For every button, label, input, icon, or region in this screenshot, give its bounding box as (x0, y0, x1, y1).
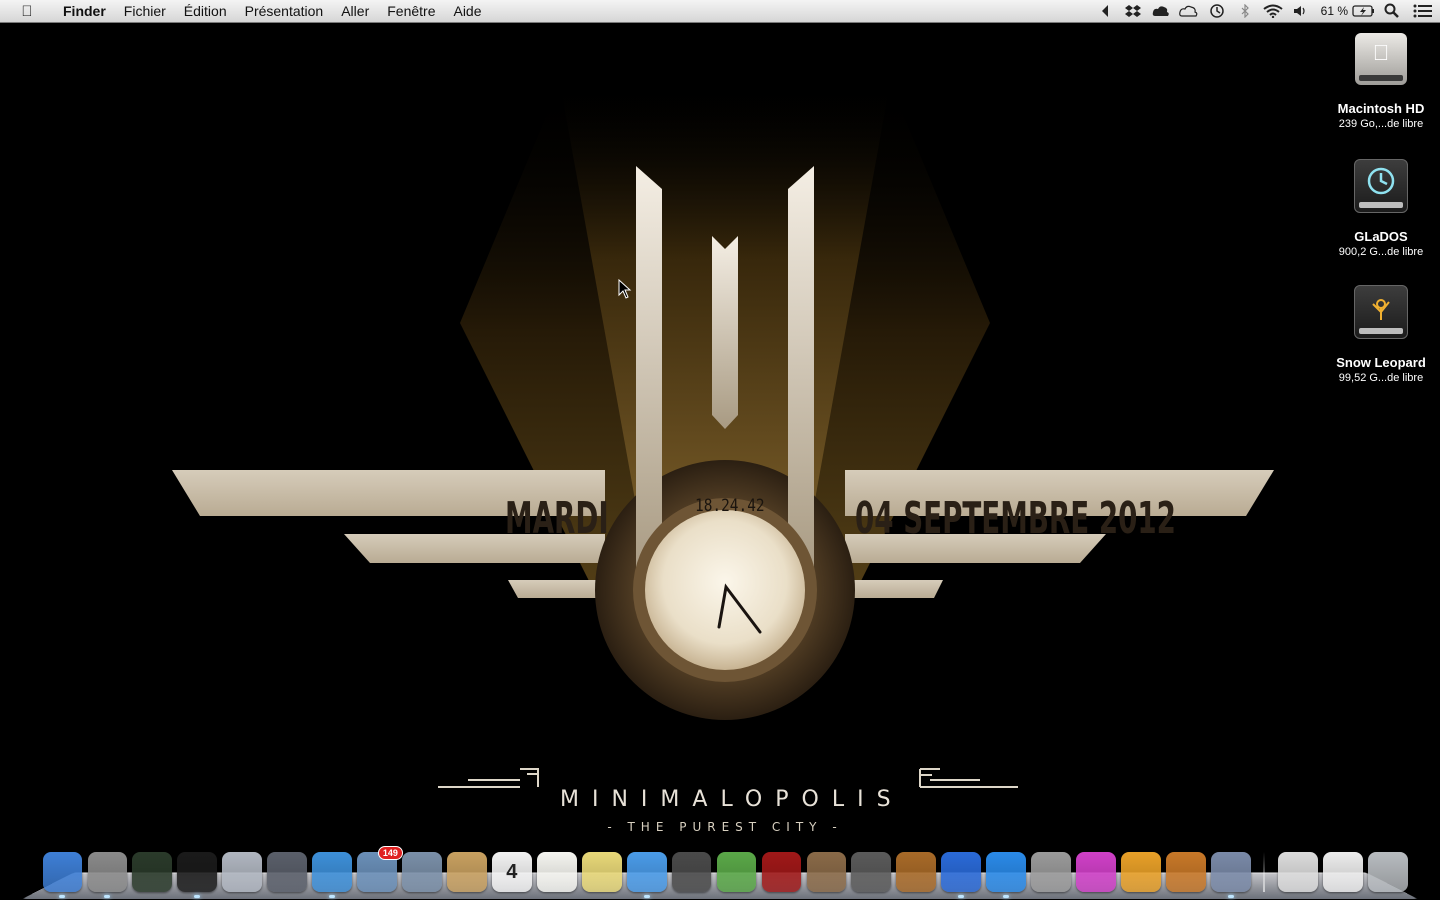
internal-disk-icon:  (1355, 33, 1407, 85)
mouse-pointer-icon (618, 279, 632, 299)
drive-name: Macintosh HD (1337, 101, 1425, 116)
running-indicator (958, 895, 965, 898)
drive-glados[interactable]: GLaDOS 900,2 G...de libre (1326, 159, 1436, 258)
drive-macintosh-hd[interactable]:  Macintosh HD 239 Go,...de libre (1326, 33, 1436, 130)
running-indicator (1003, 895, 1010, 898)
dock-mission-control-icon[interactable] (267, 852, 308, 892)
volume-icon[interactable] (1287, 0, 1315, 22)
dock-mail-icon[interactable]: 149 (357, 846, 403, 892)
apple-menu-icon[interactable]:  (0, 3, 54, 20)
dock-reminders-icon[interactable] (536, 852, 577, 892)
dock-notes-icon[interactable] (581, 852, 622, 892)
menu-aller[interactable]: Aller (332, 0, 378, 22)
running-indicator (104, 895, 111, 898)
menu-fenetre[interactable]: Fenêtre (378, 0, 444, 22)
drive-free-space: 900,2 G...de libre (1338, 246, 1424, 258)
dock-latexit-icon[interactable] (1031, 852, 1071, 892)
bluetooth-icon[interactable] (1231, 0, 1259, 22)
running-indicator (643, 895, 650, 898)
spotlight-icon[interactable] (1378, 0, 1406, 22)
dock-calendar-icon[interactable]: 4 (491, 852, 532, 892)
wallpaper-day: MARDI (505, 493, 609, 544)
desktop-wallpaper: MARDI 18.24.42 04 SEPTEMBRE 2012 MINIMAL… (0, 23, 1440, 900)
dock-sublime-text-icon[interactable] (1121, 852, 1161, 892)
dock-messages-icon[interactable] (626, 852, 667, 898)
menu-bar:  Finder Fichier Édition Présentation Al… (0, 0, 1440, 23)
running-indicator (59, 895, 66, 898)
dock-iphoto-icon[interactable] (806, 852, 847, 892)
battery-icon[interactable] (1350, 0, 1378, 22)
dock-imovie-icon[interactable] (851, 852, 892, 892)
calendar-day-label: 4 (506, 860, 518, 883)
dock-preview-icon[interactable] (1210, 852, 1251, 898)
drive-free-space: 99,52 G...de libre (1338, 372, 1424, 384)
wallpaper-brand: MINIMALOPOLIS (560, 787, 904, 812)
dock-game-center-icon[interactable] (716, 852, 757, 892)
menu-edition[interactable]: Édition (175, 0, 236, 22)
dock-flower-app-icon[interactable] (1076, 852, 1116, 892)
dock-finder-icon[interactable] (42, 852, 83, 898)
firewire-disk-icon (1354, 285, 1408, 339)
back-arrow-icon[interactable] (1091, 0, 1119, 22)
wallpaper-time: 18.24.42 (695, 496, 765, 516)
dock-image-capture-icon[interactable] (402, 852, 442, 892)
wallpaper-date: 04 SEPTEMBRE 2012 (855, 493, 1176, 544)
running-indicator (194, 895, 201, 898)
time-machine-icon[interactable] (1203, 0, 1231, 22)
dock-contacts-icon[interactable] (447, 852, 487, 892)
dock-safari-icon[interactable] (312, 852, 352, 898)
dock-activity-monitor-icon[interactable] (132, 852, 173, 892)
dock-documents-stack-icon[interactable] (1277, 852, 1318, 892)
dock-separator (1263, 852, 1266, 892)
dock-photo-booth-icon[interactable] (761, 852, 802, 892)
notification-center-icon[interactable] (1406, 0, 1440, 22)
dock-trash-icon[interactable] (1367, 852, 1408, 892)
dock-app-store-icon[interactable] (986, 852, 1027, 898)
dropbox-icon[interactable] (1119, 0, 1147, 22)
dock-x11-icon[interactable] (1166, 852, 1206, 892)
minimalopolis-art (172, 83, 1274, 788)
menu-presentation[interactable]: Présentation (236, 0, 333, 22)
dock-launchpad-icon[interactable] (222, 852, 263, 892)
time-machine-disk-icon (1354, 159, 1408, 213)
dock: 149 4 (40, 844, 1410, 898)
drive-free-space: 239 Go,...de libre (1338, 118, 1424, 130)
wifi-icon[interactable] (1259, 0, 1287, 22)
running-indicator (1227, 895, 1234, 898)
drive-name: Snow Leopard (1336, 355, 1426, 370)
battery-percent[interactable]: 61 % (1321, 4, 1348, 18)
running-indicator (329, 895, 336, 898)
menu-aide[interactable]: Aide (444, 0, 490, 22)
dock-downloads-stack-icon[interactable] (1322, 852, 1363, 892)
menu-app-name[interactable]: Finder (54, 0, 115, 22)
cloud-app-icon[interactable] (1147, 0, 1175, 22)
wallpaper-tagline: - THE PUREST CITY - (607, 820, 843, 834)
dock-facetime-icon[interactable] (671, 852, 712, 892)
dock-system-preferences-icon[interactable] (87, 852, 128, 898)
icloud-icon[interactable] (1175, 0, 1203, 22)
dock-garageband-icon[interactable] (896, 852, 937, 892)
menu-fichier[interactable]: Fichier (115, 0, 175, 22)
drive-name: GLaDOS (1354, 229, 1408, 244)
dock-terminal-icon[interactable] (177, 852, 218, 898)
mail-unread-badge: 149 (377, 846, 403, 860)
dock-itunes-icon[interactable] (941, 852, 982, 898)
drive-snow-leopard[interactable]: Snow Leopard 99,52 G...de libre (1326, 285, 1436, 384)
